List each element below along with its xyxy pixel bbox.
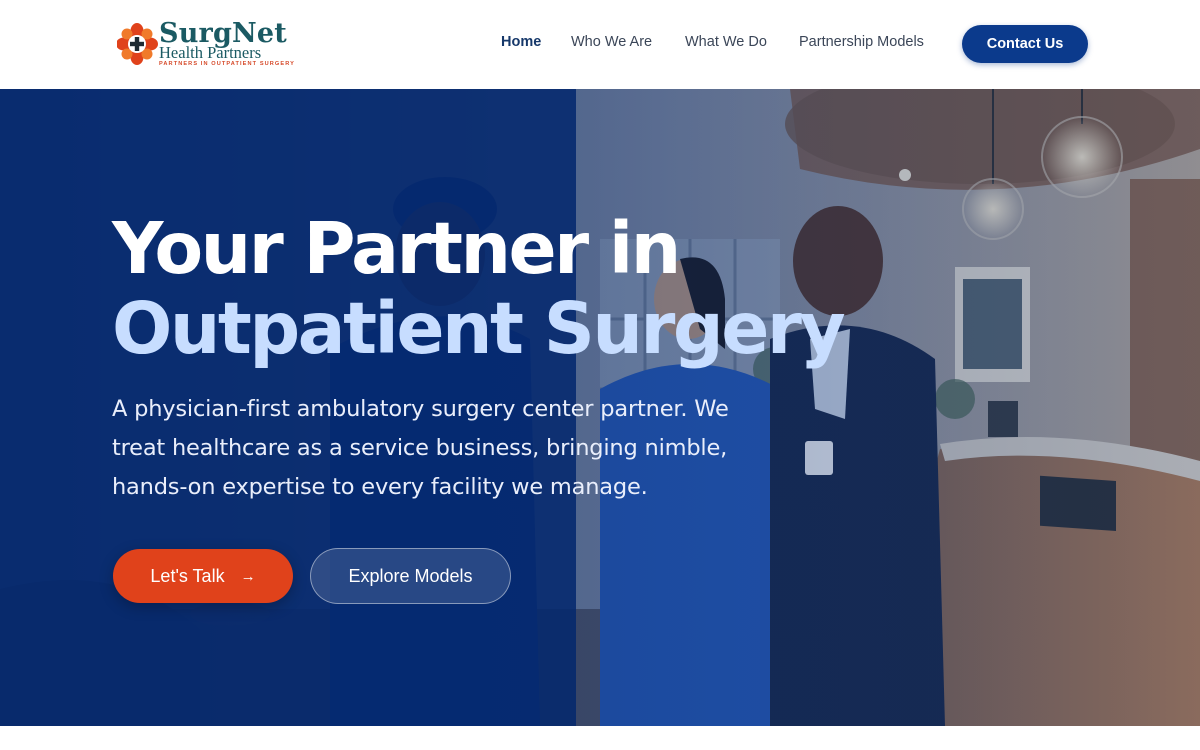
hero-description-line: treat healthcare as a service business, … (112, 435, 728, 461)
logo-wordmark: SurgNet Health Partners PARTNERS IN OUTP… (159, 20, 295, 68)
lets-talk-button[interactable]: Let's Talk → (113, 549, 293, 603)
hero-description-line: hands-on expertise to every facility we … (112, 474, 648, 500)
logo-tagline: PARTNERS IN OUTPATIENT SURGERY (159, 61, 295, 67)
hero-headline: Your Partner in Outpatient Surgery (112, 207, 846, 370)
page-below-hero (0, 726, 1200, 750)
hero-section: Your Partner in Outpatient Surgery A phy… (0, 89, 1200, 726)
hero-headline-line2: Outpatient Surgery (112, 287, 846, 370)
hero-headline-line1: Your Partner in (112, 207, 681, 290)
nav-what-we-do[interactable]: What We Do (685, 34, 767, 54)
cross-flower-icon (117, 23, 158, 65)
arrow-right-icon: → (240, 567, 256, 585)
contact-us-button[interactable]: Contact Us (962, 25, 1088, 63)
lets-talk-label: Let's Talk (150, 565, 225, 586)
nav-home[interactable]: Home (501, 34, 541, 54)
hero-description-line: A physician-first ambulatory surgery cen… (112, 396, 729, 422)
site-header: SurgNet Health Partners PARTNERS IN OUTP… (0, 0, 1200, 89)
brand-logo[interactable]: SurgNet Health Partners PARTNERS IN OUTP… (117, 20, 317, 70)
nav-partnership-models[interactable]: Partnership Models (799, 34, 924, 54)
hero-description: A physician-first ambulatory surgery cen… (112, 390, 752, 507)
nav-who-we-are[interactable]: Who We Are (571, 34, 652, 54)
explore-models-button[interactable]: Explore Models (310, 548, 511, 604)
